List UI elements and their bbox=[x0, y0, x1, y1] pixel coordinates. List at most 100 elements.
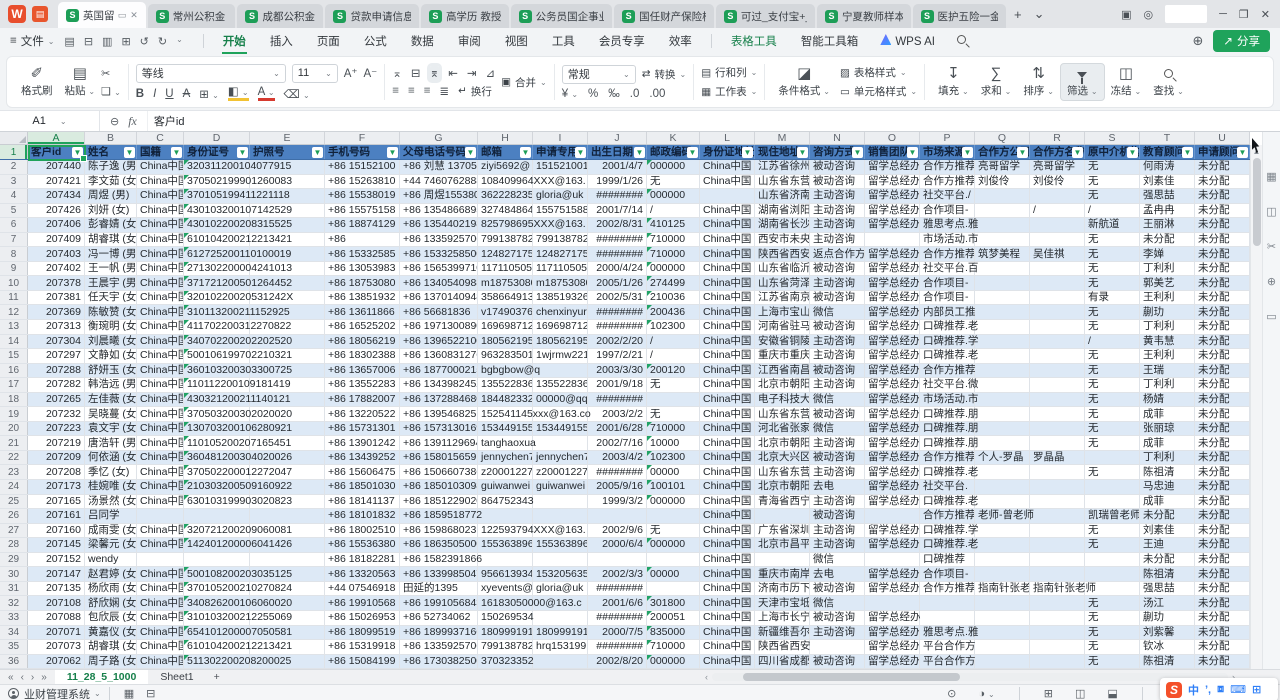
cell-A3[interactable]: 207421 bbox=[28, 175, 85, 189]
cell-N17[interactable]: 主动咨询 bbox=[810, 378, 865, 392]
cell-T13[interactable]: 丁利利 bbox=[1140, 320, 1195, 334]
cell-H35[interactable]: 799138782 bbox=[478, 640, 533, 654]
cell-N9[interactable]: 被动咨询 bbox=[810, 262, 865, 276]
cell-I4[interactable]: gloria@uk bbox=[533, 189, 588, 203]
cell-R33[interactable] bbox=[1030, 611, 1085, 625]
strikethrough-button[interactable]: A bbox=[183, 88, 191, 100]
decrease-font-button[interactable]: A⁻ bbox=[364, 66, 378, 80]
cell-J26[interactable] bbox=[588, 509, 647, 523]
cell-J12[interactable]: ######## bbox=[588, 305, 647, 319]
row-header-6[interactable]: 6 bbox=[0, 218, 28, 232]
cell-P19[interactable]: 口碑推荐.朋 bbox=[920, 407, 975, 421]
cell-P3[interactable]: 合作方推荐 bbox=[920, 175, 975, 189]
cell-R5[interactable]: / bbox=[1030, 204, 1085, 218]
cell-L26[interactable]: China中国 bbox=[700, 509, 755, 523]
cell-I17[interactable]: 135522836 bbox=[533, 378, 588, 392]
cell-H11[interactable]: 358664913 bbox=[478, 291, 533, 305]
cell-B24[interactable]: 桂婉唯 (女) bbox=[85, 480, 137, 494]
cell-G33[interactable]: +86 52734062 bbox=[400, 611, 478, 625]
cell-I23[interactable]: z20001227 bbox=[533, 465, 588, 479]
cell-M16[interactable]: 江西省南昌 bbox=[755, 364, 810, 378]
cell-A36[interactable]: 207062 bbox=[28, 655, 85, 669]
cell-O21[interactable]: 留学总经办 bbox=[865, 436, 920, 450]
row-header-22[interactable]: 22 bbox=[0, 451, 28, 465]
cell-H4[interactable]: 362228235 bbox=[478, 189, 533, 203]
cell-A19[interactable]: 207232 bbox=[28, 407, 85, 421]
cell-L18[interactable]: China中国 bbox=[700, 393, 755, 407]
cell-B3[interactable]: 李文茹 (女) bbox=[85, 175, 137, 189]
cell-K12[interactable]: 200436 bbox=[647, 305, 700, 319]
file-tab[interactable]: S英国留学生▭✕ bbox=[58, 2, 146, 28]
cell-Q20[interactable] bbox=[975, 422, 1030, 436]
cell-T12[interactable]: 蒯玏 bbox=[1140, 305, 1195, 319]
header-cell-H1[interactable]: 邮箱▼ bbox=[478, 145, 533, 159]
cell-F27[interactable]: +86 18002510 bbox=[325, 524, 400, 538]
column-header-L[interactable]: L bbox=[700, 132, 755, 144]
cell-H15[interactable]: 963283501 bbox=[478, 349, 533, 363]
cell-D33[interactable]: 310103200212255069 bbox=[184, 611, 250, 625]
cell-I9[interactable]: 117110505 bbox=[533, 262, 588, 276]
cell-M31[interactable]: 济南市历下 bbox=[755, 582, 810, 596]
cell-N18[interactable]: 微信 bbox=[810, 393, 865, 407]
cell-P9[interactable]: 社交平台.百 bbox=[920, 262, 975, 276]
cell-F11[interactable]: +86 13851932 bbox=[325, 291, 400, 305]
increase-decimal-button[interactable]: .00 bbox=[649, 88, 665, 100]
cell-B12[interactable]: 陈敏赞 (女) bbox=[85, 305, 137, 319]
cell-F33[interactable]: +86 15026953 bbox=[325, 611, 400, 625]
cell-R28[interactable] bbox=[1030, 538, 1085, 552]
cell-M17[interactable]: 北京市朝阳 bbox=[755, 378, 810, 392]
cell-E29[interactable] bbox=[250, 553, 325, 567]
cell-I14[interactable]: 180562195 bbox=[533, 335, 588, 349]
restore-button[interactable]: ❐ bbox=[1239, 8, 1249, 21]
cell-I2[interactable]: 151521001 bbox=[533, 160, 588, 174]
cell-G11[interactable]: +86 1370140948 bbox=[400, 291, 478, 305]
cell-O28[interactable]: 留学总经办 bbox=[865, 538, 920, 552]
cell-H25[interactable]: 864752343 bbox=[478, 495, 533, 509]
header-cell-T1[interactable]: 教育顾问▼ bbox=[1140, 145, 1195, 159]
cell-Q23[interactable] bbox=[975, 465, 1030, 479]
cell-I8[interactable]: 124827175 bbox=[533, 247, 588, 261]
cell-U36[interactable]: 未分配 bbox=[1195, 655, 1250, 669]
cell-R23[interactable] bbox=[1030, 465, 1085, 479]
cell-K33[interactable]: 200051 bbox=[647, 611, 700, 625]
status-outline-icon[interactable]: ⊟ bbox=[146, 687, 155, 700]
cell-Q13[interactable] bbox=[975, 320, 1030, 334]
header-cell-R1[interactable]: 合作方名称▼ bbox=[1030, 145, 1085, 159]
cell-O3[interactable]: 留学总经办 bbox=[865, 175, 920, 189]
cell-I35[interactable]: hrq153199 bbox=[533, 640, 588, 654]
cell-E26[interactable] bbox=[250, 509, 325, 523]
cell-F7[interactable]: +86 bbox=[325, 233, 400, 247]
cell-R12[interactable] bbox=[1030, 305, 1085, 319]
cell-J14[interactable]: 2002/2/20 bbox=[588, 335, 647, 349]
cell-M13[interactable]: 河南省驻马 bbox=[755, 320, 810, 334]
sidebar-robot-icon[interactable]: ⊕ bbox=[1267, 275, 1276, 288]
cell-K3[interactable]: 无 bbox=[647, 175, 700, 189]
cell-K4[interactable]: 000000 bbox=[647, 189, 700, 203]
cell-N7[interactable]: 主动咨询 bbox=[810, 233, 865, 247]
cell-M6[interactable]: 湖南省长沙 bbox=[755, 218, 810, 232]
cell-G21[interactable]: +86 1391129694 bbox=[400, 436, 478, 450]
cell-O9[interactable]: 留学总经办 bbox=[865, 262, 920, 276]
cell-R26[interactable] bbox=[1030, 509, 1085, 523]
cell-G35[interactable]: +86 1335925706 bbox=[400, 640, 478, 654]
menu-item-开始[interactable]: 开始 bbox=[212, 30, 257, 52]
cell-T32[interactable]: 汤江 bbox=[1140, 596, 1195, 610]
cell-J27[interactable]: 2002/9/6 bbox=[588, 524, 647, 538]
cell-U13[interactable]: 未分配 bbox=[1195, 320, 1250, 334]
cell-F34[interactable]: +86 18099519 bbox=[325, 626, 400, 640]
cell-H23[interactable]: z20001227 bbox=[478, 465, 533, 479]
column-header-H[interactable]: H bbox=[478, 132, 533, 144]
file-tab[interactable]: S宁夏教师样本.xlsx bbox=[817, 4, 910, 28]
row-header-27[interactable]: 27 bbox=[0, 524, 28, 538]
cell-J8[interactable]: ######## bbox=[588, 247, 647, 261]
insert-function-button[interactable]: fx bbox=[128, 114, 137, 129]
cell-F35[interactable]: +86 15319918 bbox=[325, 640, 400, 654]
cell-M30[interactable]: 重庆市南岸 bbox=[755, 567, 810, 581]
cell-P6[interactable]: 雅思考点.雅 bbox=[920, 218, 975, 232]
cell-R14[interactable] bbox=[1030, 335, 1085, 349]
cell-Q28[interactable] bbox=[975, 538, 1030, 552]
cell-O15[interactable]: 留学总经办 bbox=[865, 349, 920, 363]
cell-D21[interactable]: 110105200207165451 bbox=[184, 436, 250, 450]
header-cell-L1[interactable]: 身份证地址▼ bbox=[700, 145, 755, 159]
cell-P13[interactable]: 口碑推荐.老 bbox=[920, 320, 975, 334]
